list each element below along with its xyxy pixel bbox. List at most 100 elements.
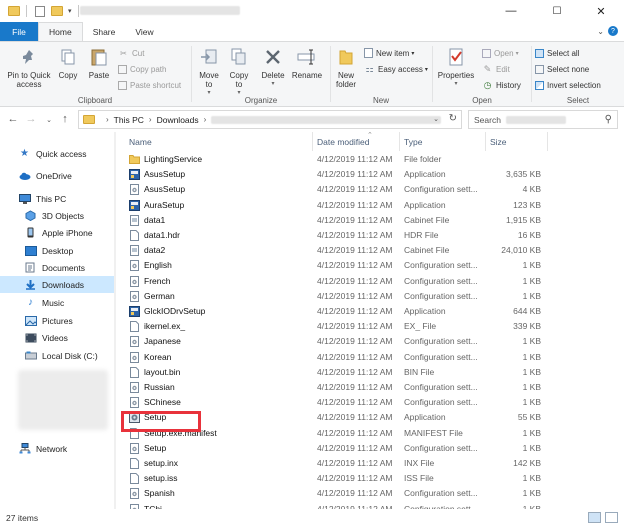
- title-bar: ▾ — ☐ ✕: [0, 0, 624, 22]
- column-header-date[interactable]: Date modified: [317, 137, 369, 147]
- qa-dropdown-icon[interactable]: ▾: [68, 7, 72, 15]
- column-separator[interactable]: [312, 132, 313, 151]
- column-separator[interactable]: [547, 132, 548, 151]
- minimize-button[interactable]: —: [488, 0, 534, 22]
- easy-access-button[interactable]: ⚏ Easy access ▾: [364, 62, 427, 76]
- file-row[interactable]: French 4/12/2019 11:12 AM Configuration se…: [117, 274, 624, 289]
- tab-file[interactable]: File: [0, 22, 38, 41]
- file-row[interactable]: SChinese 4/12/2019 11:12 AM Configuration …: [117, 395, 624, 410]
- pin-to-quick-access-button[interactable]: Pin to Quick access: [5, 46, 53, 89]
- select-all-button[interactable]: Select all: [535, 46, 579, 60]
- nav-item-local-disk[interactable]: Local Disk (C:): [0, 347, 114, 364]
- file-date-modified: 4/12/2019 11:12 AM: [317, 306, 393, 316]
- file-row[interactable]: setup.inx 4/12/2019 11:12 AM INX File 142 K…: [117, 456, 624, 471]
- computer-icon: [18, 193, 31, 205]
- file-row[interactable]: Spanish 4/12/2019 11:12 AM Configuration s…: [117, 486, 624, 501]
- file-row[interactable]: Korean 4/12/2019 11:12 AM Configuration se…: [117, 350, 624, 365]
- file-row[interactable]: data1 4/12/2019 11:12 AM Cabinet File 1,915…: [117, 213, 624, 228]
- search-icon[interactable]: ⚲: [605, 114, 612, 125]
- nav-item-downloads[interactable]: Downloads: [0, 276, 114, 293]
- recent-locations-icon[interactable]: ⌄: [42, 116, 56, 124]
- address-dropdown-icon[interactable]: ⌄: [433, 115, 439, 123]
- copy-path-button[interactable]: Copy path: [118, 62, 166, 76]
- file-date-modified: 4/12/2019 11:12 AM: [317, 290, 393, 301]
- nav-item-quick-access[interactable]: ★ Quick access: [0, 145, 114, 162]
- nav-pane-divider[interactable]: [114, 132, 116, 509]
- nav-item-network[interactable]: Network: [0, 440, 114, 457]
- file-row[interactable]: setup.iss 4/12/2019 11:12 AM ISS File 1 KB: [117, 471, 624, 486]
- nav-item-apple-iphone[interactable]: Apple iPhone: [0, 224, 114, 241]
- file-row[interactable]: AsusSetup 4/12/2019 11:12 AM Application 3,…: [117, 167, 624, 182]
- file-row[interactable]: Setup 4/12/2019 11:12 AM Configuration set…: [117, 441, 624, 456]
- close-button[interactable]: ✕: [578, 0, 624, 22]
- tab-home[interactable]: Home: [38, 22, 83, 41]
- rename-button[interactable]: Rename: [291, 46, 323, 80]
- properties-button[interactable]: Properties ▾: [436, 46, 476, 89]
- tab-view[interactable]: View: [125, 22, 163, 41]
- nav-item-this-pc[interactable]: This PC: [0, 190, 114, 207]
- column-header-type[interactable]: Type: [404, 137, 422, 147]
- file-row[interactable]: data2 4/12/2019 11:12 AM Cabinet File 24,01…: [117, 243, 624, 258]
- breadcrumb-this-pc[interactable]: This PC: [114, 115, 144, 125]
- file-row[interactable]: data1.hdr 4/12/2019 11:12 AM HDR File 16 KB: [117, 228, 624, 243]
- history-button[interactable]: ◷ History: [482, 78, 521, 92]
- maximize-button[interactable]: ☐: [534, 0, 580, 22]
- copy-button[interactable]: Copy: [56, 46, 80, 80]
- file-row[interactable]: Russian 4/12/2019 11:12 AM Configuration s…: [117, 380, 624, 395]
- file-row[interactable]: English 4/12/2019 11:12 AM Configuration s…: [117, 258, 624, 273]
- file-type: Configuration sett...: [404, 184, 478, 195]
- file-row[interactable]: ikernel.ex_ 4/12/2019 11:12 AM EX_ File 339…: [117, 319, 624, 334]
- properties-qa-icon[interactable]: [35, 5, 45, 17]
- nav-item-onedrive[interactable]: OneDrive: [0, 167, 114, 184]
- large-icons-view-icon[interactable]: [605, 512, 618, 523]
- paste-shortcut-button[interactable]: Paste shortcut: [118, 78, 181, 92]
- new-folder-button[interactable]: New folder: [332, 46, 360, 89]
- file-row[interactable]: AsusSetup 4/12/2019 11:12 AM Configuration…: [117, 182, 624, 197]
- nav-item-music[interactable]: ♪ Music: [0, 294, 114, 311]
- history-icon: ◷: [483, 79, 492, 90]
- new-folder-qa-icon[interactable]: [51, 6, 63, 16]
- file-row[interactable]: GlckIODrvSetup 4/12/2019 11:12 AM Applicat…: [117, 304, 624, 319]
- file-row[interactable]: German 4/12/2019 11:12 AM Configuration se…: [117, 289, 624, 304]
- back-arrow-icon[interactable]: ←: [6, 113, 20, 125]
- select-none-button[interactable]: Select none: [535, 62, 589, 76]
- file-name: data1: [144, 214, 166, 225]
- column-separator[interactable]: [399, 132, 400, 151]
- column-header-name[interactable]: Name: [129, 137, 152, 147]
- file-row[interactable]: Japanese 4/12/2019 11:12 AM Configuration …: [117, 334, 624, 349]
- refresh-icon[interactable]: ↻: [449, 113, 457, 124]
- paste-button[interactable]: Paste: [86, 46, 112, 80]
- nav-item-pictures[interactable]: Pictures: [0, 312, 114, 329]
- nav-item-desktop[interactable]: Desktop: [0, 242, 114, 259]
- file-name: AuraSetup: [144, 199, 185, 210]
- cut-button[interactable]: ✂ Cut: [118, 46, 144, 60]
- file-date-modified: 4/12/2019 11:12 AM: [317, 412, 393, 423]
- tab-share[interactable]: Share: [83, 22, 126, 41]
- help-icon[interactable]: ?: [608, 26, 618, 36]
- search-box[interactable]: Search ⚲: [468, 110, 618, 129]
- delete-button[interactable]: Delete ▾: [259, 46, 287, 89]
- column-separator[interactable]: [485, 132, 486, 151]
- details-view-icon[interactable]: [588, 512, 601, 523]
- item-count: 27 items: [6, 513, 39, 523]
- copy-to-button[interactable]: Copy to ▾: [226, 46, 252, 98]
- edit-button[interactable]: ✎ Edit: [482, 62, 510, 76]
- new-item-button[interactable]: New item ▾: [364, 46, 414, 60]
- up-arrow-icon[interactable]: ↑: [58, 113, 72, 125]
- file-row[interactable]: AuraSetup 4/12/2019 11:12 AM Application 12…: [117, 198, 624, 213]
- nav-item-3d-objects[interactable]: 3D Objects: [0, 207, 114, 224]
- invert-selection-button[interactable]: Invert selection: [535, 78, 601, 92]
- file-row[interactable]: layout.bin 4/12/2019 11:12 AM BIN File 1 KB: [117, 365, 624, 380]
- file-row[interactable]: LightingService 4/12/2019 11:12 AM File fo…: [117, 152, 624, 167]
- collapse-ribbon-icon[interactable]: ⌄: [597, 27, 604, 36]
- file-row[interactable]: TChi... 4/12/2019 11:12 AM Configuration s…: [117, 502, 624, 509]
- address-bar[interactable]: › This PC › Downloads › ⌄ ↻: [78, 110, 462, 129]
- breadcrumb-downloads[interactable]: Downloads: [157, 115, 199, 125]
- column-header-size[interactable]: Size: [490, 137, 507, 147]
- nav-item-documents[interactable]: Documents: [0, 259, 114, 276]
- open-button[interactable]: Open ▾: [482, 46, 519, 60]
- organize-group: Move to ▾ Copy to ▾ Delete ▾ Rename Orga…: [193, 44, 329, 106]
- forward-arrow-icon[interactable]: →: [24, 113, 38, 125]
- nav-item-videos[interactable]: Videos: [0, 329, 114, 346]
- move-to-button[interactable]: Move to ▾: [195, 46, 223, 98]
